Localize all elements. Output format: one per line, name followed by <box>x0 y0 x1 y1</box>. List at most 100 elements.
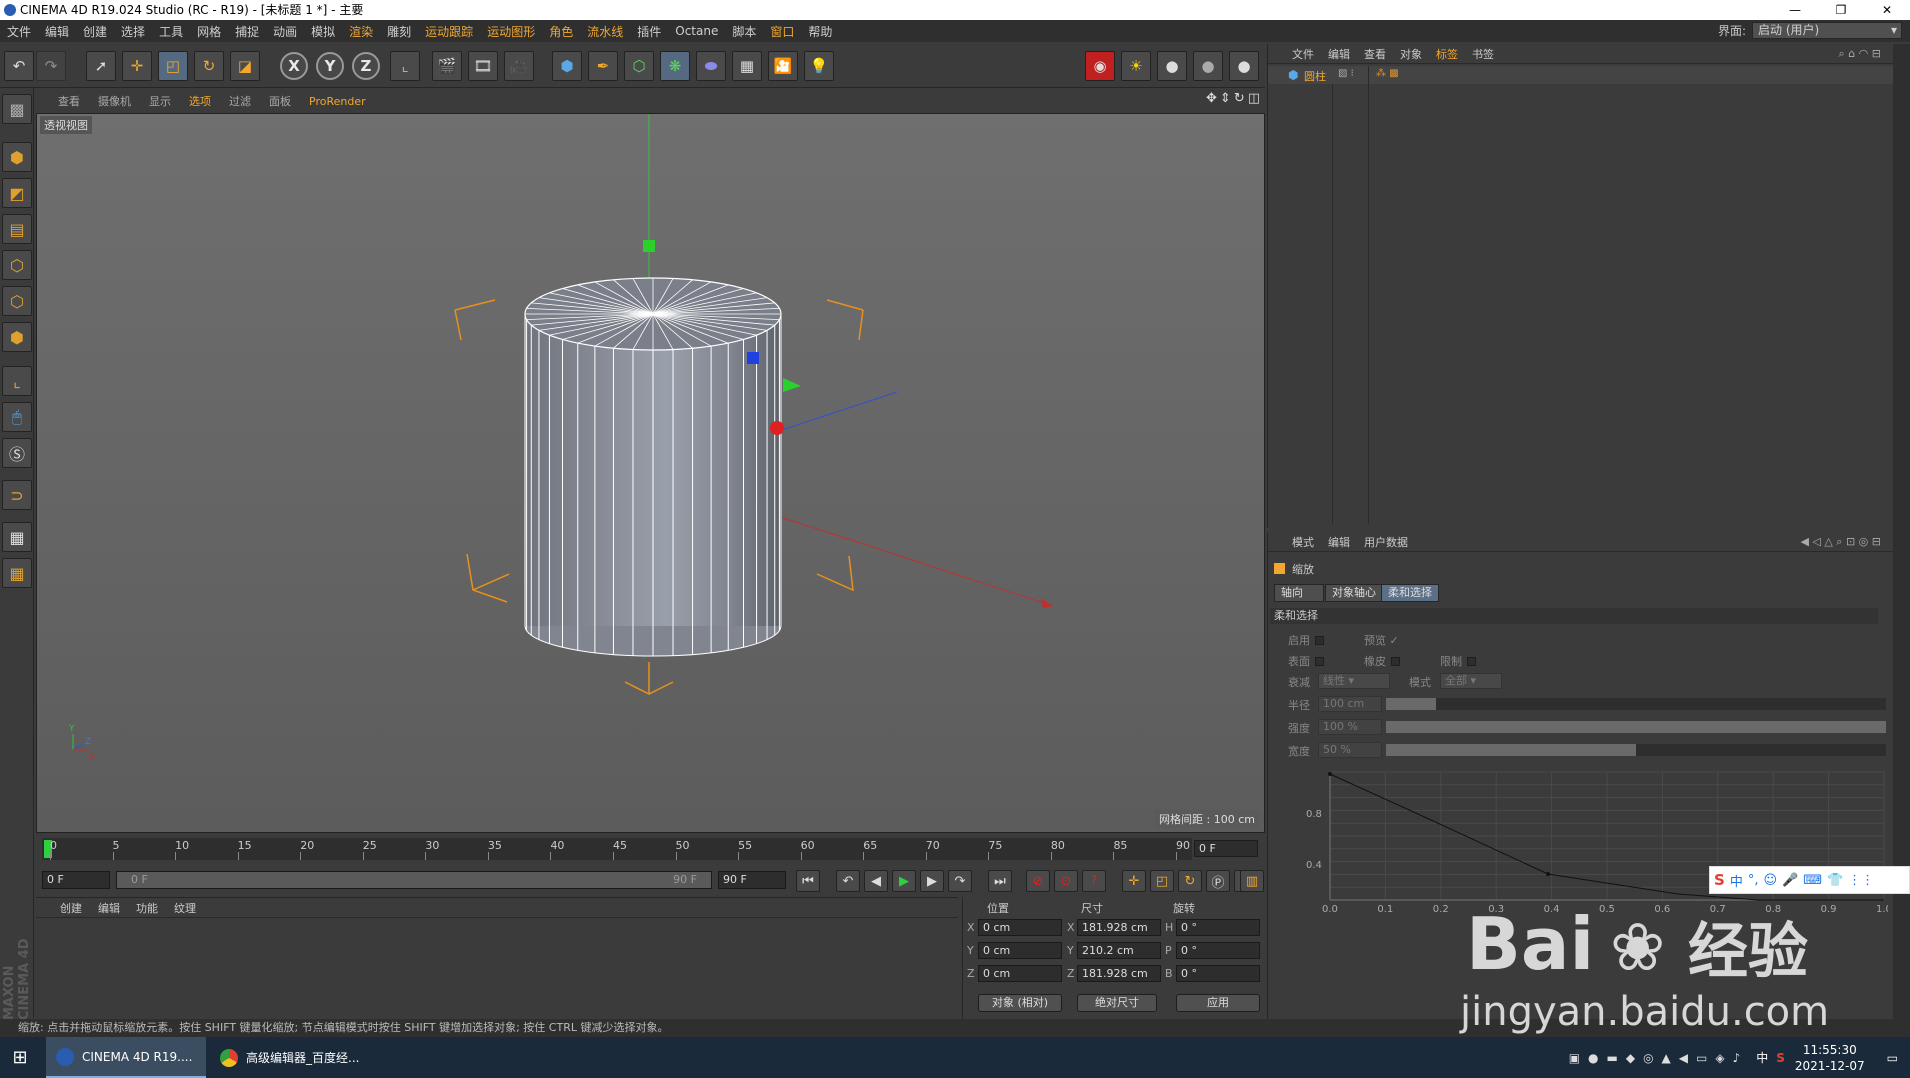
lock-workplane-button[interactable]: ▦ <box>2 522 32 552</box>
tray-icons[interactable]: ▣●▬◆◎▲◀▭◈♪ <box>1569 1051 1749 1065</box>
strength-field[interactable]: 100 % <box>1318 719 1382 735</box>
minimize-button[interactable]: — <box>1772 0 1818 20</box>
octane-material-button[interactable]: ● <box>1157 51 1187 81</box>
move-tool-button[interactable]: ✛ <box>122 51 152 81</box>
timeline-window-button[interactable]: ▥ <box>1240 870 1264 892</box>
frame-range-slider[interactable]: 0 F 90 F <box>116 871 712 889</box>
add-camera-button[interactable]: 🎦 <box>768 51 798 81</box>
attribute-nav-icons[interactable]: ◀ ◁ △ ⌕ ⊡ ◎ ⊟ <box>1793 535 1888 549</box>
workplane-mode-button[interactable]: ▤ <box>2 214 32 244</box>
last-tool-button[interactable]: ◪ <box>230 51 260 81</box>
menu-render[interactable]: 渲染 <box>342 23 380 40</box>
viewport-menu-filter[interactable]: 过滤 <box>220 93 260 109</box>
viewport-menu-prorender[interactable]: ProRender <box>300 95 375 108</box>
restrict-row[interactable]: 限制 <box>1440 653 1476 669</box>
viewport-nav-icons[interactable]: ✥⇕↻◫ <box>1206 91 1263 106</box>
texture-mode-button[interactable]: ◩ <box>2 178 32 208</box>
ime-indicator[interactable]: 中 <box>1756 1049 1768 1066</box>
keyframe-selection-button[interactable]: ? <box>1082 870 1106 892</box>
current-frame-field[interactable]: 0 F <box>1194 840 1258 857</box>
timeline[interactable]: 0 5 10 15 20 25 30 35 40 45 50 55 60 65 70 75 80 85 90 0 F <box>36 836 1265 862</box>
rotation-h-field[interactable]: 0 ° <box>1176 919 1260 936</box>
perspective-viewport[interactable]: 透视视图 Y Z X 网格间距: 100 cm <box>36 113 1265 833</box>
tab-object-axis[interactable]: 对象轴心 <box>1325 584 1383 602</box>
width-slider[interactable] <box>1386 744 1886 756</box>
rotation-p-field[interactable]: 0 ° <box>1176 942 1260 959</box>
record-active-button[interactable]: ⊘ <box>1026 870 1050 892</box>
menu-character[interactable]: 角色 <box>542 23 580 40</box>
visibility-toggle[interactable]: ▨ ⁝ <box>1338 68 1354 79</box>
menu-sculpt[interactable]: 雕刻 <box>380 23 418 40</box>
attribute-menu-mode[interactable]: 模式 <box>1268 534 1321 550</box>
select-tool-button[interactable]: ➚ <box>86 51 116 81</box>
viewport-menu-options[interactable]: 选项 <box>180 93 220 109</box>
previous-frame-button[interactable]: ◀ <box>864 870 888 892</box>
material-menu-texture[interactable]: 纹理 <box>166 900 204 916</box>
rotation-b-field[interactable]: 0 ° <box>1176 965 1260 982</box>
model-mode-button[interactable]: ⬢ <box>2 142 32 172</box>
radius-slider[interactable] <box>1386 698 1886 710</box>
position-x-field[interactable]: 0 cm <box>978 919 1062 936</box>
z-axis-lock-button[interactable]: Z <box>352 52 380 80</box>
ime-menu-icon[interactable]: ⋮⋮ <box>1848 873 1874 888</box>
object-relative-dropdown[interactable]: 对象 (相对) <box>978 994 1062 1012</box>
edit-render-settings-button[interactable]: 🎥 <box>504 51 534 81</box>
radius-field[interactable]: 100 cm <box>1318 696 1382 712</box>
ime-emoji-icon[interactable]: ☺ <box>1763 873 1777 888</box>
octane-specular-button[interactable]: ● <box>1229 51 1259 81</box>
tab-axis[interactable]: 轴向 <box>1274 584 1324 602</box>
menu-script[interactable]: 脚本 <box>725 23 763 40</box>
object-menu-bookmarks[interactable]: 书签 <box>1465 46 1501 62</box>
absolute-size-dropdown[interactable]: 绝对尺寸 <box>1077 994 1157 1012</box>
key-parameter-button[interactable]: Ⓟ <box>1206 870 1230 892</box>
menu-snap[interactable]: 捕捉 <box>228 23 266 40</box>
strength-slider[interactable] <box>1386 721 1886 733</box>
make-editable-button[interactable]: ▩ <box>2 94 32 124</box>
key-position-button[interactable]: ✛ <box>1122 870 1146 892</box>
object-menu-file[interactable]: 文件 <box>1268 46 1321 62</box>
menu-edit[interactable]: 编辑 <box>38 23 76 40</box>
axis-mode-button[interactable]: ⌞ <box>2 366 32 396</box>
position-z-field[interactable]: 0 cm <box>978 965 1062 982</box>
add-spline-button[interactable]: ✒ <box>588 51 618 81</box>
rotate-tool-button[interactable]: ↻ <box>194 51 224 81</box>
object-row-cylinder[interactable]: ⬢ 圆柱 ▨ ⁝ ⁂ ▩ <box>1268 66 1894 84</box>
coordinate-system-button[interactable]: ⌞ <box>390 51 420 81</box>
viewport-menu-view[interactable]: 查看 <box>36 93 89 109</box>
rubber-row[interactable]: 橡皮 <box>1364 653 1400 669</box>
attribute-menu-userdata[interactable]: 用户数据 <box>1357 534 1415 550</box>
redo-button[interactable]: ↷ <box>36 51 66 81</box>
falloff-dropdown[interactable]: 线性 ▾ <box>1318 673 1390 689</box>
apply-button[interactable]: 应用 <box>1176 994 1260 1012</box>
max-frame-field[interactable]: 90 F <box>718 871 786 889</box>
menu-mesh[interactable]: 网格 <box>190 23 228 40</box>
menu-simulate[interactable]: 模拟 <box>304 23 342 40</box>
render-view-button[interactable]: 🎬 <box>432 51 462 81</box>
surface-row[interactable]: 表面 <box>1288 653 1324 669</box>
material-menu-function[interactable]: 功能 <box>128 900 166 916</box>
key-rotation-button[interactable]: ↻ <box>1178 870 1202 892</box>
add-scene-button[interactable]: ▦ <box>732 51 762 81</box>
previous-key-button[interactable]: ↶ <box>836 870 860 892</box>
object-menu-tags[interactable]: 标签 <box>1429 46 1465 62</box>
width-field[interactable]: 50 % <box>1318 742 1382 758</box>
object-menu-edit[interactable]: 编辑 <box>1321 46 1357 62</box>
mode-dropdown[interactable]: 全部 ▾ <box>1440 673 1502 689</box>
tab-soft-selection[interactable]: 柔和选择 <box>1381 584 1439 602</box>
magnet-button[interactable]: ⊃ <box>2 480 32 510</box>
render-picture-viewer-button[interactable]: 🎞 <box>468 51 498 81</box>
next-frame-button[interactable]: ▶ <box>920 870 944 892</box>
edges-mode-button[interactable]: ⬡ <box>2 286 32 316</box>
object-name[interactable]: 圆柱 <box>1304 68 1326 84</box>
ime-voice-icon[interactable]: 🎤 <box>1782 873 1798 888</box>
menu-tools[interactable]: 工具 <box>152 23 190 40</box>
restore-button[interactable]: ❐ <box>1818 0 1864 20</box>
sogou-ime-bar[interactable]: S 中 °, ☺ 🎤 ⌨ 👕 ⋮⋮ <box>1709 866 1910 894</box>
add-light-button[interactable]: 💡 <box>804 51 834 81</box>
menu-help[interactable]: 帮助 <box>801 23 839 40</box>
menu-file[interactable]: 文件 <box>0 23 38 40</box>
ime-skin-icon[interactable]: 👕 <box>1827 873 1843 888</box>
octane-live-viewer-button[interactable]: ◉ <box>1085 51 1115 81</box>
viewport-menu-panel[interactable]: 面板 <box>260 93 300 109</box>
menu-select[interactable]: 选择 <box>114 23 152 40</box>
